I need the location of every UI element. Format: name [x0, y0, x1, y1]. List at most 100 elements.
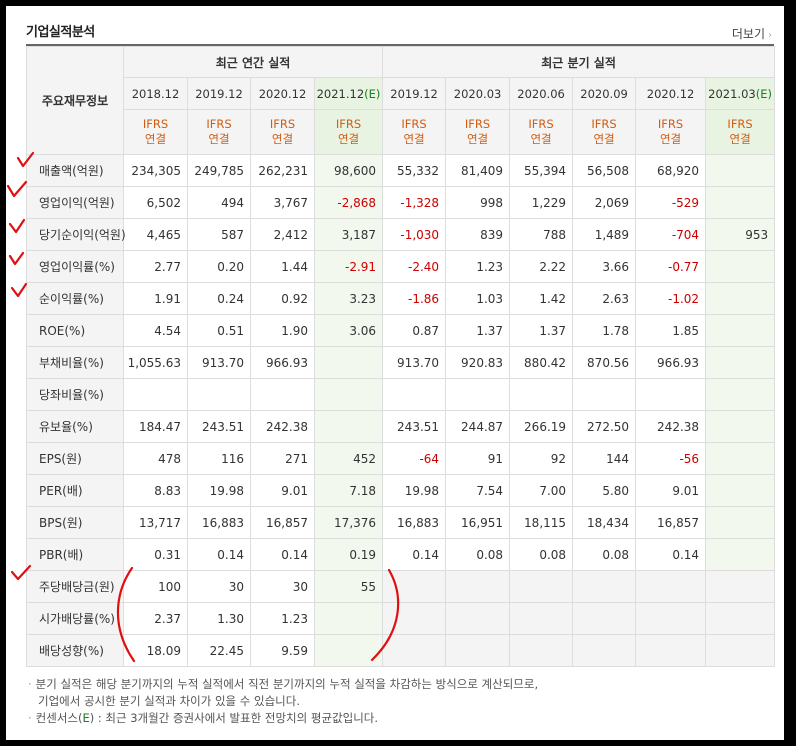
check-mark-op-margin — [8, 251, 25, 266]
table-cell: 1.42 — [509, 282, 574, 315]
table-cell: 55,394 — [509, 154, 574, 187]
table-cell: 56,508 — [572, 154, 637, 187]
table-cell: 1.44 — [250, 250, 315, 283]
table-cell: 2.37 — [123, 602, 188, 635]
table-cell: 16,883 — [187, 506, 251, 539]
table-cell: 7.54 — [445, 474, 511, 507]
table-cell: 9.59 — [250, 634, 315, 667]
period-header: 2020.12 — [250, 77, 315, 110]
table-cell: 100 — [123, 570, 188, 603]
table-cell: 4,465 — [123, 218, 188, 251]
table-cell: 16,951 — [445, 506, 511, 539]
table-cell: 2.77 — [123, 250, 188, 283]
table-cell: 2,069 — [572, 186, 637, 219]
table-cell: 244.87 — [445, 410, 511, 443]
table-cell: 0.20 — [187, 250, 251, 283]
table-cell: 1,229 — [509, 186, 574, 219]
table-cell: -0.77 — [635, 250, 707, 283]
table-row: PER(배) 8.83 19.98 9.01 7.18 19.98 7.54 7.00 5.80… — [26, 474, 776, 507]
table-cell: 788 — [509, 218, 574, 251]
table-cell: -1,030 — [382, 218, 447, 251]
table-cell: 0.31 — [123, 538, 188, 571]
table-cell: 271 — [250, 442, 315, 475]
period-header: 2019.12 — [382, 77, 447, 110]
more-link[interactable]: 더보기 › — [732, 25, 772, 42]
basis-header: IFRS 연결 — [250, 109, 315, 155]
financial-table: 주요재무정보 최근 연간 실적 최근 분기 실적 2018.12 2019.12 2… — [26, 46, 776, 667]
basis-header: IFRS 연결 — [445, 109, 511, 155]
table-row: 영업이익률(%) 2.77 0.20 1.44 -2.91 -2.40 1.23 2.22 3.… — [26, 250, 776, 283]
table-cell: 18,434 — [572, 506, 637, 539]
table-cell: 2.63 — [572, 282, 637, 315]
table-cell: 0.14 — [250, 538, 315, 571]
row-label: 매출액(억원) — [26, 154, 124, 187]
table-cell: 966.93 — [250, 346, 315, 379]
table-cell: 0.08 — [572, 538, 637, 571]
table-cell: 266.19 — [509, 410, 574, 443]
table-cell: 17,376 — [313, 506, 384, 539]
table-cell: 0.08 — [509, 538, 574, 571]
basis-header: IFRS 연결 — [635, 109, 707, 155]
table-cell — [509, 378, 574, 411]
period-header: 2021.03(E) — [705, 77, 776, 110]
row-label: 주당배당금(원) — [26, 570, 124, 603]
table-cell: 116 — [187, 442, 251, 475]
table-row: 영업이익(억원) 6,502 494 3,767 -2,868 -1,328 998 1,22… — [26, 186, 776, 219]
table-cell — [705, 186, 776, 219]
table-cell — [635, 602, 707, 635]
table-row: ROE(%) 4.54 0.51 1.90 3.06 0.87 1.37 1.37 1.78 1.… — [26, 314, 776, 347]
section-title: 기업실적분석 — [26, 25, 95, 40]
table-cell: 68,920 — [635, 154, 707, 187]
table-cell: 1.23 — [445, 250, 511, 283]
table-cell: 18,115 — [509, 506, 574, 539]
table-cell — [123, 378, 188, 411]
table-cell — [635, 378, 707, 411]
table-cell — [572, 570, 637, 603]
table-cell — [313, 346, 384, 379]
table-cell — [313, 602, 384, 635]
table-cell: 249,785 — [187, 154, 251, 187]
table-cell — [705, 442, 776, 475]
basis-header: IFRS 연결 — [313, 109, 384, 155]
table-cell — [382, 602, 447, 635]
period-header: 2020.12 — [635, 77, 707, 110]
table-cell: 1.23 — [250, 602, 315, 635]
table-cell: -2.91 — [313, 250, 384, 283]
table-cell: 92 — [509, 442, 574, 475]
period-header: 2020.06 — [509, 77, 574, 110]
table-cell — [705, 314, 776, 347]
table-cell: 920.83 — [445, 346, 511, 379]
table-cell: 7.18 — [313, 474, 384, 507]
table-cell: 587 — [187, 218, 251, 251]
table-cell: -2,868 — [313, 186, 384, 219]
table-cell: 9.01 — [250, 474, 315, 507]
table-cell: 1.90 — [250, 314, 315, 347]
table-cell: 30 — [250, 570, 315, 603]
table-cell: 91 — [445, 442, 511, 475]
table-cell: 0.24 — [187, 282, 251, 315]
table-cell: 1,489 — [572, 218, 637, 251]
table-cell: 9.01 — [635, 474, 707, 507]
table-cell: 953 — [705, 218, 776, 251]
table-cell: 184.47 — [123, 410, 188, 443]
table-cell: 6,502 — [123, 186, 188, 219]
table-cell: 0.19 — [313, 538, 384, 571]
period-header: 2019.12 — [187, 77, 251, 110]
table-row: 부채비율(%) 1,055.63 913.70 966.93 913.70 920.83 8… — [26, 346, 776, 379]
table-row: BPS(원) 13,717 16,883 16,857 17,376 16,883 16,9… — [26, 506, 776, 539]
row-label: PBR(배) — [26, 538, 124, 571]
table-cell: 870.56 — [572, 346, 637, 379]
table-cell — [445, 378, 511, 411]
table-cell: 0.14 — [635, 538, 707, 571]
table-cell: 81,409 — [445, 154, 511, 187]
period-header: 2018.12 — [123, 77, 188, 110]
table-cell — [572, 378, 637, 411]
row-label: 영업이익률(%) — [26, 250, 124, 283]
period-header: 2020.09 — [572, 77, 637, 110]
table-cell: 7.00 — [509, 474, 574, 507]
table-cell: 0.92 — [250, 282, 315, 315]
row-label: 영업이익(억원) — [26, 186, 124, 219]
table-cell: 2.22 — [509, 250, 574, 283]
table-row: 당기순이익(억원) 4,465 587 2,412 3,187 -1,030 839 788 1… — [26, 218, 776, 251]
table-cell — [382, 378, 447, 411]
